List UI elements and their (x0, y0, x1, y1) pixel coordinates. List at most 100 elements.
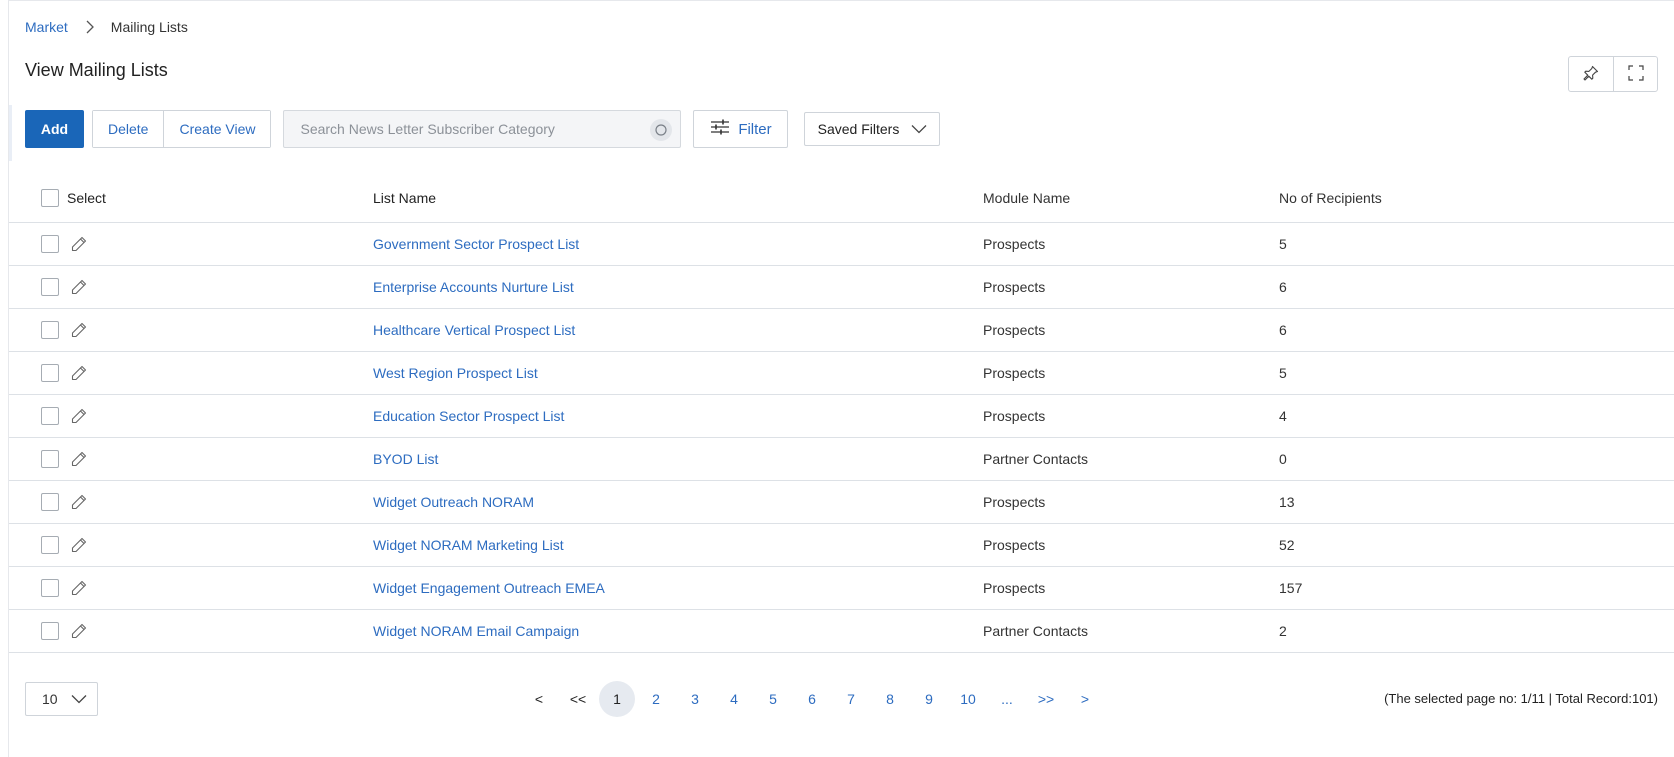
recipients-cell: 157 (1279, 580, 1303, 596)
pencil-icon[interactable] (70, 407, 88, 425)
breadcrumb: Market Mailing Lists (25, 19, 188, 35)
row-checkbox[interactable] (41, 364, 59, 382)
row-checkbox[interactable] (41, 235, 59, 253)
pagination-first[interactable]: << (560, 681, 596, 717)
row-select-cell (9, 321, 373, 339)
recipients-cell: 13 (1279, 494, 1295, 510)
toolbar: Add Delete Create View Filter Saved Filt… (25, 109, 941, 149)
list-name-link[interactable]: Widget Outreach NORAM (373, 494, 534, 510)
fullscreen-button[interactable] (1613, 57, 1657, 91)
pin-icon (1583, 65, 1599, 84)
saved-filters-label: Saved Filters (817, 121, 900, 137)
row-checkbox[interactable] (41, 321, 59, 339)
saved-filters-dropdown[interactable]: Saved Filters (804, 112, 941, 146)
list-name-link[interactable]: Widget NORAM Email Campaign (373, 623, 579, 639)
header-list-name[interactable]: List Name (373, 190, 983, 206)
pagination-page-2[interactable]: 2 (638, 681, 674, 717)
search-box (283, 110, 682, 148)
pagination-page-7[interactable]: 7 (833, 681, 869, 717)
pencil-icon[interactable] (70, 364, 88, 382)
recipients-cell: 5 (1279, 236, 1287, 252)
list-name-link[interactable]: Education Sector Prospect List (373, 408, 564, 424)
search-input[interactable] (284, 111, 681, 147)
row-select-cell (9, 235, 373, 253)
mailing-lists-table: Select List Name Module Name No of Recip… (9, 173, 1674, 653)
row-checkbox[interactable] (41, 536, 59, 554)
table-header-row: Select List Name Module Name No of Recip… (9, 173, 1674, 223)
pencil-icon[interactable] (70, 493, 88, 511)
chevron-right-icon (85, 20, 97, 34)
row-select-cell (9, 579, 373, 597)
header-select-label: Select (67, 189, 106, 206)
page-size-select[interactable]: 10 (25, 682, 98, 716)
pencil-icon[interactable] (70, 536, 88, 554)
table-row: Widget NORAM Email Campaign Partner Conta… (9, 610, 1674, 653)
page-container: Market Mailing Lists View Mailing Lists … (8, 0, 1674, 757)
header-module-name[interactable]: Module Name (983, 190, 1279, 206)
recipients-cell: 0 (1279, 451, 1287, 467)
pagination-page-8[interactable]: 8 (872, 681, 908, 717)
table-row: Widget Engagement Outreach EMEA Prospects… (9, 567, 1674, 610)
list-name-link[interactable]: Widget NORAM Marketing List (373, 537, 564, 553)
pagination-ellipsis[interactable]: ... (989, 681, 1025, 717)
filter-button[interactable]: Filter (693, 110, 789, 148)
add-button[interactable]: Add (25, 110, 84, 148)
row-checkbox[interactable] (41, 579, 59, 597)
row-select-cell (9, 407, 373, 425)
module-name-cell: Prospects (983, 365, 1046, 381)
pagination-page-4[interactable]: 4 (716, 681, 752, 717)
list-name-link[interactable]: Widget Engagement Outreach EMEA (373, 580, 605, 596)
pagination-page-3[interactable]: 3 (677, 681, 713, 717)
page-size-value: 10 (42, 691, 58, 707)
pagination-page-9[interactable]: 9 (911, 681, 947, 717)
list-name-link[interactable]: West Region Prospect List (373, 365, 538, 381)
pagination-page-6[interactable]: 6 (794, 681, 830, 717)
row-checkbox[interactable] (41, 622, 59, 640)
pagination-last[interactable]: >> (1028, 681, 1064, 717)
row-checkbox[interactable] (41, 493, 59, 511)
row-checkbox[interactable] (41, 278, 59, 296)
list-name-link[interactable]: Healthcare Vertical Prospect List (373, 322, 575, 338)
header-select-cell: Select (9, 188, 373, 207)
pin-button[interactable] (1569, 57, 1613, 91)
list-name-link[interactable]: Enterprise Accounts Nurture List (373, 279, 574, 295)
pencil-icon[interactable] (70, 622, 88, 640)
breadcrumb-market-link[interactable]: Market (25, 19, 68, 35)
pagination-page-1[interactable]: 1 (599, 681, 635, 717)
filter-button-label: Filter (738, 120, 772, 138)
module-name-cell: Prospects (983, 408, 1046, 424)
row-checkbox[interactable] (41, 407, 59, 425)
create-view-button[interactable]: Create View (163, 111, 271, 147)
pagination-next[interactable]: > (1067, 681, 1103, 717)
corner-tools (1568, 56, 1658, 92)
pencil-icon[interactable] (70, 321, 88, 339)
header-recipients[interactable]: No of Recipients (1279, 190, 1674, 206)
recipients-cell: 6 (1279, 279, 1287, 295)
action-button-group: Delete Create View (92, 110, 272, 148)
pencil-icon[interactable] (70, 278, 88, 296)
module-name-cell: Prospects (983, 537, 1046, 553)
module-name-cell: Prospects (983, 494, 1046, 510)
pagination-page-10[interactable]: 10 (950, 681, 986, 717)
list-name-link[interactable]: Government Sector Prospect List (373, 236, 579, 252)
table-row: Enterprise Accounts Nurture List Prospect… (9, 266, 1674, 309)
row-checkbox[interactable] (41, 450, 59, 468)
select-all-checkbox[interactable] (41, 188, 59, 207)
pagination-prev[interactable]: < (521, 681, 557, 717)
row-select-cell (9, 536, 373, 554)
table-row: Widget NORAM Marketing List Prospects 52 (9, 524, 1674, 567)
pagination-page-5[interactable]: 5 (755, 681, 791, 717)
list-name-link[interactable]: BYOD List (373, 451, 438, 467)
breadcrumb-current: Mailing Lists (110, 19, 188, 35)
fullscreen-icon (1627, 64, 1644, 84)
record-summary: (The selected page no: 1/11 | Total Reco… (1384, 691, 1658, 706)
module-name-cell: Partner Contacts (983, 623, 1089, 639)
pencil-icon[interactable] (70, 450, 88, 468)
pencil-icon[interactable] (70, 579, 88, 597)
module-name-cell: Prospects (983, 322, 1046, 338)
pencil-icon[interactable] (70, 235, 88, 253)
left-accent (9, 105, 12, 161)
recipients-cell: 52 (1279, 537, 1295, 553)
delete-button[interactable]: Delete (93, 111, 164, 147)
row-select-cell (9, 450, 373, 468)
